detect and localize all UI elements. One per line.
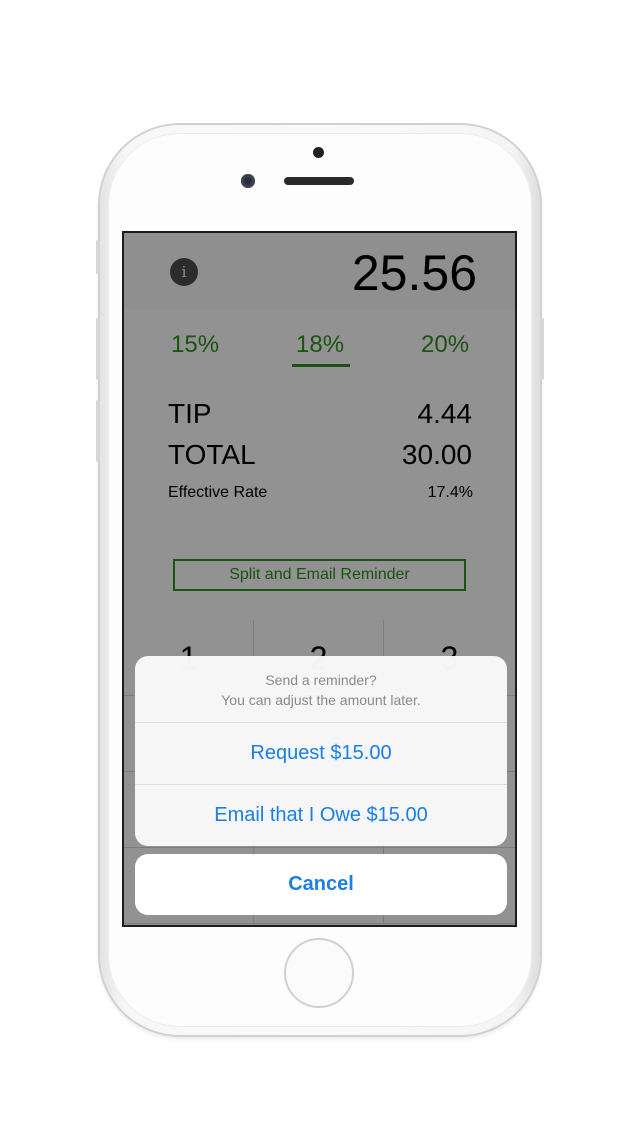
email-owe-button[interactable]: Email that I Owe $15.00 — [135, 784, 507, 846]
volume-down-button — [96, 400, 100, 462]
request-amount-button[interactable]: Request $15.00 — [135, 722, 507, 784]
front-camera — [241, 174, 255, 188]
earpiece-speaker — [284, 177, 354, 185]
proximity-sensor — [313, 147, 324, 158]
cancel-button[interactable]: Cancel — [135, 854, 507, 915]
action-sheet-header: Send a reminder? You can adjust the amou… — [135, 656, 507, 722]
action-sheet: Send a reminder? You can adjust the amou… — [135, 656, 507, 846]
phone-screen: i 25.56 15% 18% 20% TIP 4.44 TOTAL 30.00… — [124, 233, 515, 925]
home-button[interactable] — [284, 938, 354, 1008]
power-button — [540, 318, 544, 380]
action-sheet-title: Send a reminder? — [265, 672, 377, 688]
action-sheet-message: You can adjust the amount later. — [221, 692, 421, 708]
mute-switch — [96, 240, 100, 274]
volume-up-button — [96, 318, 100, 380]
